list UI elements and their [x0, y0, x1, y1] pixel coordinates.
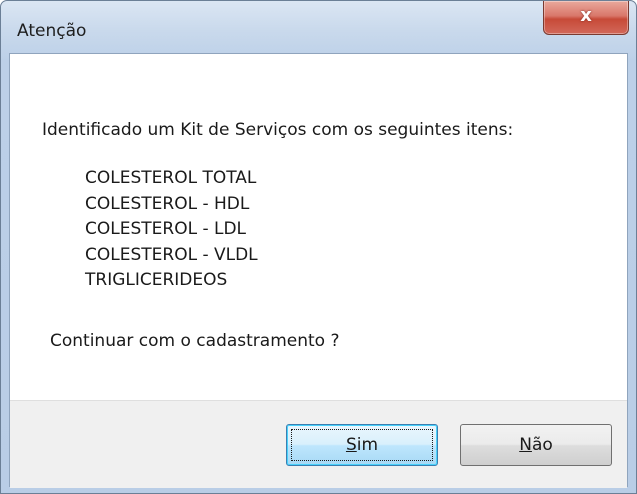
no-button-label: ão [531, 435, 553, 455]
service-items-list: COLESTEROL TOTAL COLESTEROL - HDL COLEST… [85, 166, 258, 294]
yes-button[interactable]: Sim [286, 424, 438, 466]
list-item: COLESTEROL TOTAL [85, 168, 257, 188]
list-item: COLESTEROL - VLDL [85, 244, 258, 265]
list-item: COLESTEROL - LDL [85, 219, 247, 239]
dialog-client-area: Identificado um Kit de Serviços com os s… [9, 53, 628, 488]
yes-button-mnemonic: S [345, 435, 357, 455]
window-title: Atenção [17, 21, 87, 41]
close-icon: x [580, 5, 592, 26]
message-area: Identificado um Kit de Serviços com os s… [10, 54, 627, 400]
no-button-mnemonic: N [519, 435, 532, 455]
no-button[interactable]: Não [460, 424, 612, 466]
close-button[interactable]: x [543, 1, 629, 35]
question-text: Continuar com o cadastramento ? [50, 331, 340, 351]
dialog-window: Atenção x Identificado um Kit de Serviço… [0, 0, 637, 494]
title-bar[interactable]: Atenção x [1, 1, 636, 53]
list-item: TRIGLICERIDEOS [85, 270, 228, 290]
yes-button-label: im [356, 435, 379, 455]
message-text: Identificado um Kit de Serviços com os s… [42, 120, 514, 140]
button-bar: Sim Não [10, 400, 627, 488]
list-item: COLESTEROL - HDL [85, 193, 250, 214]
